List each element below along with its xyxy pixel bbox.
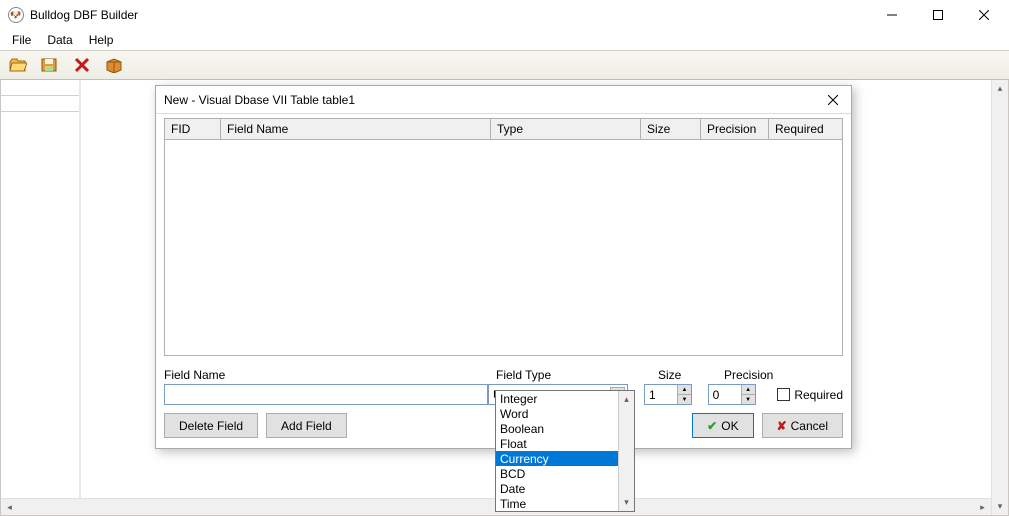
minimize-button[interactable] (869, 0, 915, 30)
scroll-up-icon[interactable]: ▴ (992, 80, 1009, 97)
window-titlebar: 🐶 Bulldog DBF Builder (0, 0, 1009, 30)
col-type[interactable]: Type (491, 119, 641, 139)
side-grid (1, 80, 81, 515)
x-icon (74, 57, 90, 73)
side-grid-row (1, 80, 79, 96)
dialog-title: New - Visual Dbase VII Table table1 (164, 93, 821, 107)
dropdown-option[interactable]: Float (496, 436, 634, 451)
precision-stepper[interactable]: 0 ▲▼ (708, 384, 756, 405)
toolbar-save-button[interactable] (36, 52, 64, 78)
field-name-input[interactable] (164, 384, 488, 405)
field-type-dropdown[interactable]: IntegerWordBooleanFloatCurrencyBCDDateTi… (495, 390, 635, 512)
spin-up-icon[interactable]: ▲ (677, 385, 691, 395)
col-precision[interactable]: Precision (701, 119, 769, 139)
spin-down-icon[interactable]: ▼ (741, 395, 755, 404)
menu-bar: File Data Help (0, 30, 1009, 50)
toolbar-open-button[interactable] (4, 52, 32, 78)
maximize-button[interactable] (915, 0, 961, 30)
field-type-label: Field Type (496, 368, 646, 382)
scroll-up-icon[interactable]: ▴ (618, 391, 635, 408)
dropdown-option[interactable]: Time (496, 496, 634, 511)
size-stepper[interactable]: 1 ▲▼ (644, 384, 692, 405)
menu-help[interactable]: Help (81, 31, 122, 49)
dropdown-option[interactable]: Currency (496, 451, 634, 466)
dropdown-scrollbar[interactable]: ▴ ▾ (618, 391, 634, 511)
fields-grid-body[interactable] (164, 140, 843, 356)
toolbar (0, 50, 1009, 80)
dialog-titlebar: New - Visual Dbase VII Table table1 (156, 86, 851, 114)
size-value: 1 (649, 388, 656, 402)
ok-button[interactable]: ✔ OK (692, 413, 753, 438)
check-icon: ✔ (707, 419, 717, 433)
menu-data[interactable]: Data (39, 31, 80, 49)
col-size[interactable]: Size (641, 119, 701, 139)
add-field-button[interactable]: Add Field (266, 413, 347, 438)
delete-field-button[interactable]: Delete Field (164, 413, 258, 438)
required-checkbox[interactable] (777, 388, 790, 401)
menu-file[interactable]: File (4, 31, 39, 49)
close-button[interactable] (961, 0, 1007, 30)
cancel-button[interactable]: ✘ Cancel (762, 413, 843, 438)
package-icon (105, 57, 123, 73)
dropdown-option[interactable]: BCD (496, 466, 634, 481)
vertical-scrollbar[interactable]: ▴ ▾ (991, 80, 1008, 515)
precision-value: 0 (713, 388, 720, 402)
dialog-close-button[interactable] (821, 88, 845, 112)
spin-up-icon[interactable]: ▲ (741, 385, 755, 395)
scroll-left-icon[interactable]: ◂ (1, 499, 18, 516)
spin-down-icon[interactable]: ▼ (677, 395, 691, 404)
close-icon (828, 95, 838, 105)
size-label: Size (658, 368, 716, 382)
dropdown-option[interactable]: Boolean (496, 421, 634, 436)
col-fid[interactable]: FID (165, 119, 221, 139)
side-grid-row (1, 96, 79, 112)
x-icon: ✘ (777, 419, 787, 433)
col-required[interactable]: Required (769, 119, 842, 139)
dropdown-option[interactable]: Integer (496, 391, 634, 406)
fields-grid-header: FID Field Name Type Size Precision Requi… (164, 118, 843, 140)
scroll-down-icon[interactable]: ▾ (992, 498, 1009, 515)
window-title: Bulldog DBF Builder (30, 8, 138, 22)
dropdown-option[interactable]: Date (496, 481, 634, 496)
app-icon: 🐶 (8, 7, 24, 23)
col-field-name[interactable]: Field Name (221, 119, 491, 139)
scroll-right-icon[interactable]: ▸ (974, 499, 991, 516)
field-name-label: Field Name (164, 368, 496, 382)
dropdown-option[interactable]: Word (496, 406, 634, 421)
toolbar-package-button[interactable] (100, 52, 128, 78)
save-box-icon (41, 57, 59, 73)
required-label: Required (794, 388, 843, 402)
scroll-down-icon[interactable]: ▾ (618, 494, 635, 511)
toolbar-delete-button[interactable] (68, 52, 96, 78)
folder-open-icon (9, 57, 27, 73)
precision-label: Precision (724, 368, 782, 382)
